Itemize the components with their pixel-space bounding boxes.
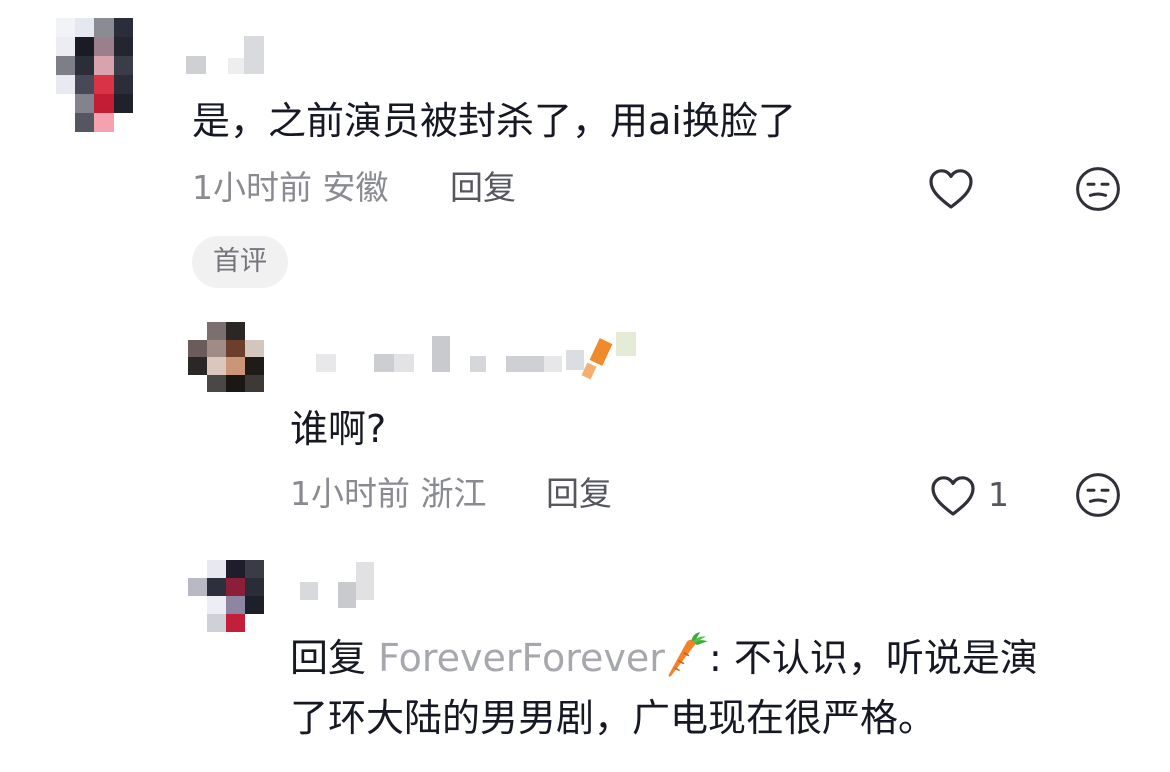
reply-text: 谁啊? bbox=[290, 407, 387, 451]
avatar[interactable] bbox=[188, 560, 264, 632]
heart-icon[interactable] bbox=[927, 166, 975, 210]
comment-meta: 1小时前 安徽 bbox=[192, 168, 389, 208]
reply-body-line-2: 了环大陆的男男剧，广电现在很严格。 bbox=[290, 696, 937, 740]
heart-icon[interactable] bbox=[929, 473, 977, 517]
carrot-emoji-icon bbox=[665, 631, 709, 681]
reply-body-line-1: 不认识，听说是演 bbox=[733, 636, 1038, 680]
reply-button[interactable]: 回复 bbox=[546, 474, 612, 514]
avatar[interactable] bbox=[56, 18, 152, 132]
username[interactable] bbox=[316, 332, 646, 382]
username[interactable] bbox=[300, 562, 380, 608]
comment-text: 是，之前演员被封杀了，用ai换脸了 bbox=[192, 99, 796, 143]
avatar[interactable] bbox=[188, 322, 264, 392]
reply-item: 回复 ForeverForever : 不认识，听说是演 了环大陆的男男剧，广电… bbox=[0, 540, 1170, 772]
reply-time: 1小时前 bbox=[290, 474, 410, 513]
reply-text-line-1: 回复 ForeverForever : 不认识，听说是演 bbox=[290, 628, 1110, 688]
comment-location: 安徽 bbox=[322, 168, 389, 207]
mention-colon: : bbox=[708, 636, 722, 680]
reply-button[interactable]: 回复 bbox=[450, 168, 516, 208]
reply-text: 回复 ForeverForever : 不认识，听说是演 了环大陆的男男剧，广电… bbox=[290, 628, 1110, 748]
carrot-icon bbox=[581, 338, 613, 380]
dislike-face-icon[interactable] bbox=[1074, 165, 1122, 213]
username[interactable] bbox=[186, 36, 286, 76]
dislike-face-icon[interactable] bbox=[1074, 471, 1122, 519]
reply-prefix: 回复 bbox=[290, 636, 367, 680]
reply-item: 谁啊? 1小时前 浙江 回复 1 bbox=[0, 300, 1170, 540]
comment-time: 1小时前 bbox=[192, 168, 312, 207]
mention-link[interactable]: ForeverForever bbox=[378, 636, 665, 680]
first-comment-badge: 首评 bbox=[192, 236, 288, 288]
comment-item: 是，之前演员被封杀了，用ai换脸了 1小时前 安徽 回复 首评 bbox=[0, 0, 1170, 300]
like-count: 1 bbox=[988, 475, 1009, 514]
reply-location: 浙江 bbox=[420, 474, 487, 513]
reply-meta: 1小时前 浙江 bbox=[290, 474, 487, 514]
